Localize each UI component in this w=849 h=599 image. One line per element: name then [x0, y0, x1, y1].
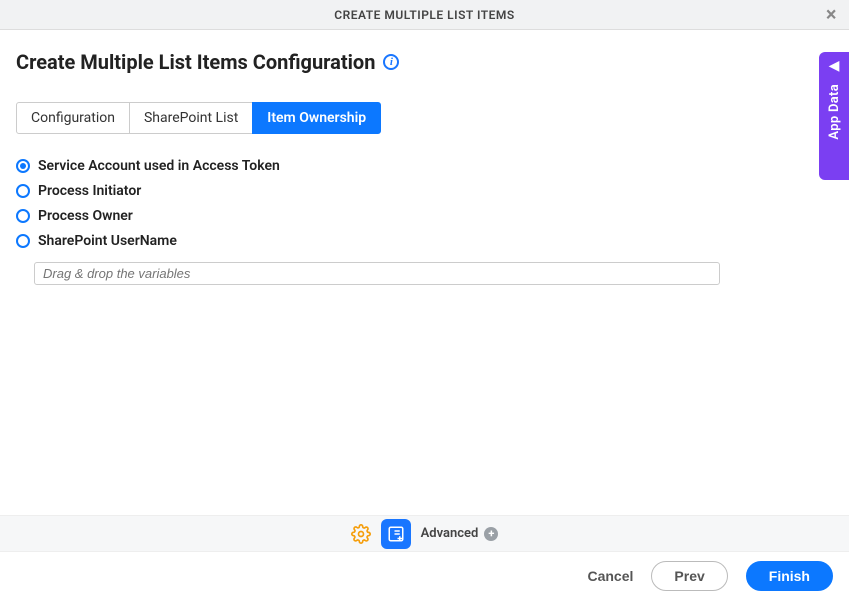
modal-body: Create Multiple List Items Configuration…: [0, 30, 849, 285]
modal-title: CREATE MULTIPLE LIST ITEMS: [334, 8, 514, 22]
tab-sharepoint-list[interactable]: SharePoint List: [129, 102, 253, 134]
info-icon[interactable]: i: [383, 54, 399, 70]
finish-button[interactable]: Finish: [746, 561, 833, 591]
cancel-button[interactable]: Cancel: [587, 568, 633, 584]
page-title: Create Multiple List Items Configuration: [16, 50, 375, 74]
side-panel-toggle-app-data[interactable]: ◀ App Data: [819, 52, 849, 180]
advanced-toggle[interactable]: Advanced +: [421, 526, 499, 541]
radio-row-service-account[interactable]: Service Account used in Access Token: [16, 158, 833, 174]
radio-input-process-owner[interactable]: [16, 209, 30, 223]
radio-input-service-account[interactable]: [16, 159, 30, 173]
chevron-left-icon: ◀: [829, 58, 840, 74]
prev-button[interactable]: Prev: [651, 561, 727, 591]
toolbar-footer: Advanced +: [0, 515, 849, 551]
close-icon[interactable]: ×: [826, 4, 837, 24]
plus-circle-icon: +: [484, 527, 498, 541]
radio-input-process-initiator[interactable]: [16, 184, 30, 198]
radio-row-sharepoint-username[interactable]: SharePoint UserName: [16, 233, 833, 249]
radio-label: Process Owner: [38, 208, 133, 224]
action-footer: Cancel Prev Finish: [0, 551, 849, 599]
form-builder-icon[interactable]: [381, 519, 411, 549]
radio-label: Service Account used in Access Token: [38, 158, 280, 174]
modal-header: CREATE MULTIPLE LIST ITEMS ×: [0, 0, 849, 30]
radio-row-process-initiator[interactable]: Process Initiator: [16, 183, 833, 199]
radio-input-sharepoint-username[interactable]: [16, 234, 30, 248]
tab-bar: Configuration SharePoint List Item Owner…: [16, 102, 833, 134]
tab-item-ownership[interactable]: Item Ownership: [252, 102, 381, 134]
side-panel-label: App Data: [827, 84, 842, 140]
advanced-label: Advanced: [421, 526, 479, 541]
radio-label: SharePoint UserName: [38, 233, 177, 249]
page-title-row: Create Multiple List Items Configuration…: [16, 50, 833, 74]
tab-configuration[interactable]: Configuration: [16, 102, 130, 134]
variable-dropzone-input[interactable]: [34, 262, 720, 285]
radio-label: Process Initiator: [38, 183, 141, 199]
gear-icon[interactable]: [351, 524, 371, 544]
radio-row-process-owner[interactable]: Process Owner: [16, 208, 833, 224]
radio-group-item-ownership: Service Account used in Access Token Pro…: [16, 158, 833, 285]
